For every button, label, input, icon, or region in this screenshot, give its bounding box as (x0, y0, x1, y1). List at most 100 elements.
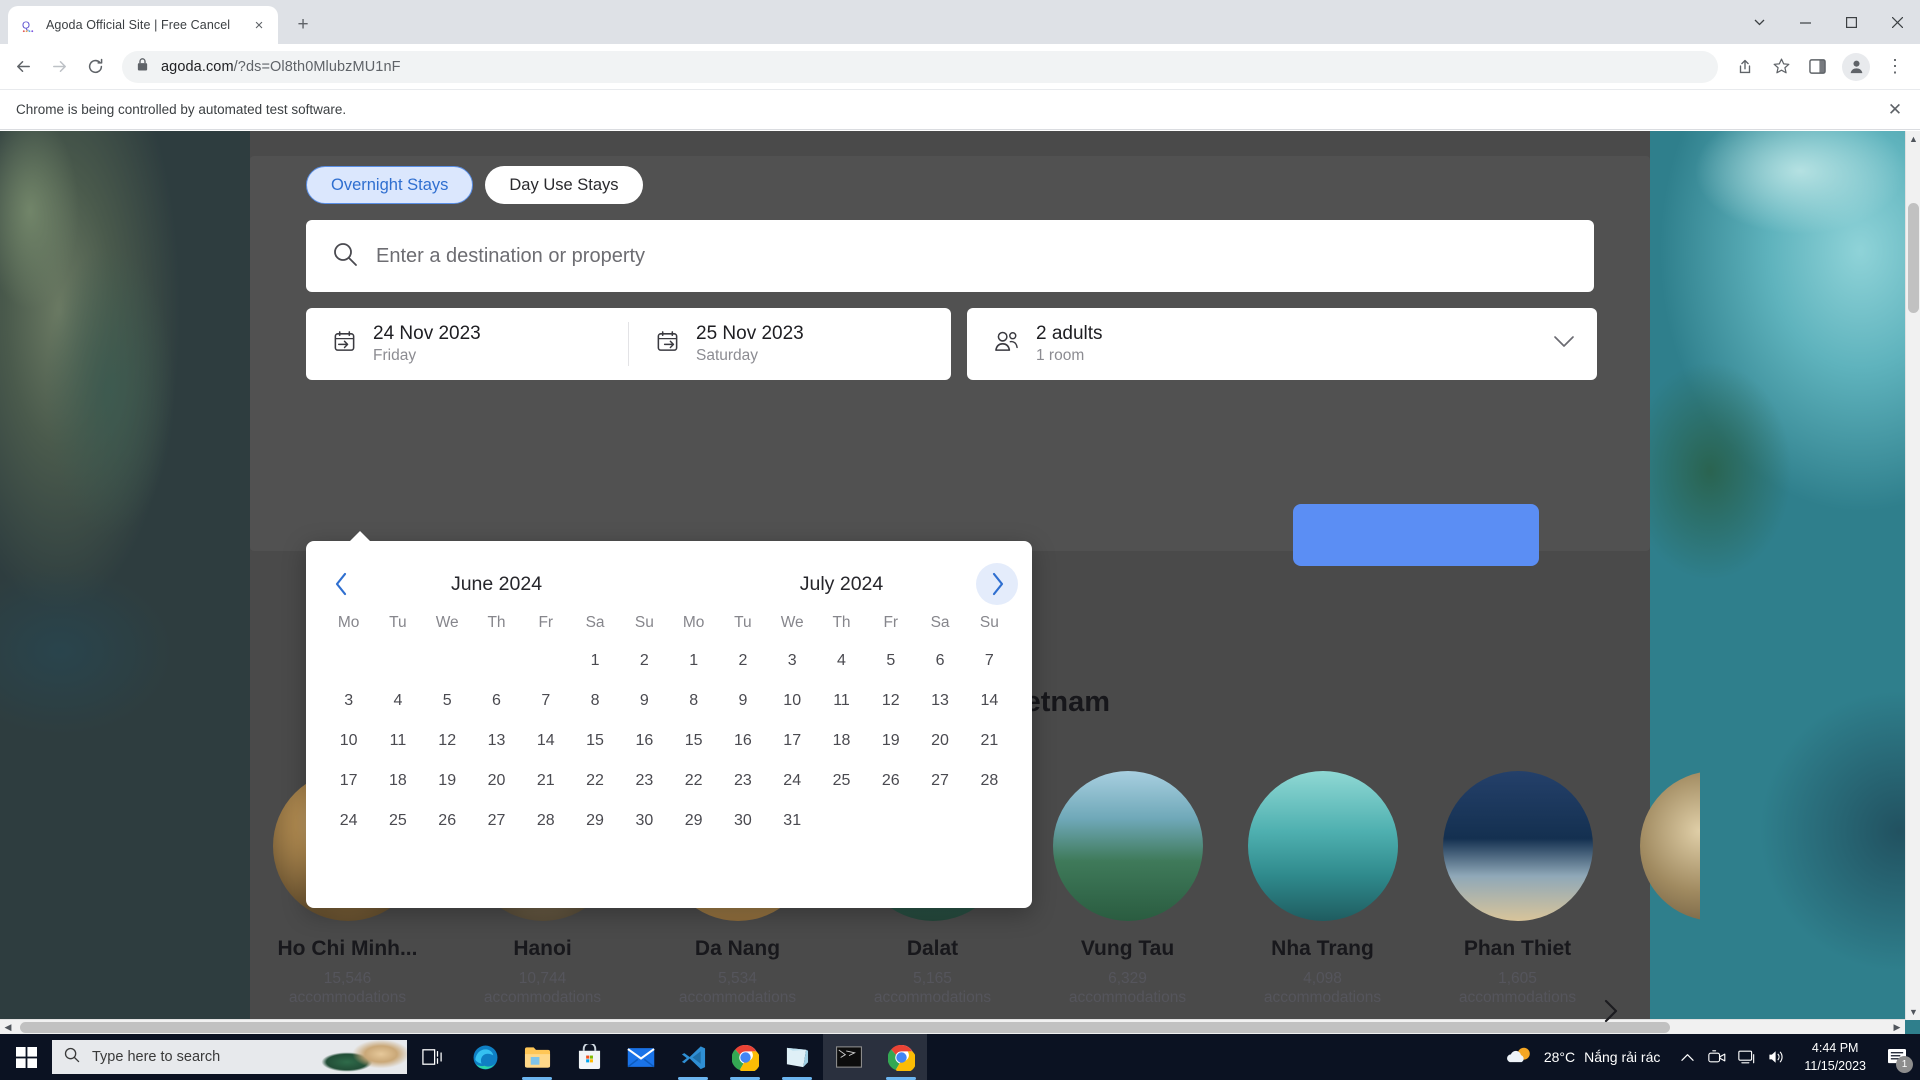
tab-search-dropdown-button[interactable] (1736, 0, 1782, 44)
vertical-scroll-thumb[interactable] (1908, 203, 1919, 313)
calendar-day[interactable]: 28 (521, 801, 570, 841)
calendar-day[interactable]: 12 (866, 681, 915, 721)
minimize-button[interactable] (1782, 0, 1828, 44)
calendar-day[interactable]: 30 (718, 801, 767, 841)
calendar-day[interactable]: 17 (768, 721, 817, 761)
taskbar-app-microsoft-store[interactable] (563, 1034, 615, 1080)
side-panel-icon[interactable] (1800, 50, 1834, 84)
calendar-day[interactable]: 27 (472, 801, 521, 841)
chevron-down-icon[interactable] (1553, 335, 1575, 353)
calendar-day[interactable]: 30 (620, 801, 669, 841)
calendar-day[interactable]: 23 (718, 761, 767, 801)
calendar-day[interactable]: 26 (866, 761, 915, 801)
calendar-prev-month-button[interactable] (320, 563, 362, 605)
destination-input[interactable]: Enter a destination or property (306, 220, 1594, 292)
calendar-day[interactable]: 8 (570, 681, 619, 721)
calendar-day[interactable]: 6 (915, 641, 964, 681)
calendar-day[interactable]: 29 (669, 801, 718, 841)
calendar-day[interactable]: 21 (521, 761, 570, 801)
calendar-day[interactable]: 6 (472, 681, 521, 721)
calendar-day[interactable]: 7 (521, 681, 570, 721)
calendar-day[interactable]: 31 (768, 801, 817, 841)
taskbar-search-input[interactable]: Type here to search (52, 1040, 407, 1074)
calendar-day[interactable]: 9 (718, 681, 767, 721)
address-bar[interactable]: agoda.com/?ds=Ol8th0MlubzMU1nF (122, 50, 1718, 83)
calendar-day[interactable]: 15 (669, 721, 718, 761)
tab-overnight-stays[interactable]: Overnight Stays (306, 166, 474, 204)
share-icon[interactable] (1728, 50, 1762, 84)
calendar-day[interactable]: 17 (324, 761, 373, 801)
tab-day-use-stays[interactable]: Day Use Stays (485, 166, 643, 204)
calendar-day[interactable]: 25 (373, 801, 422, 841)
profile-avatar[interactable] (1842, 52, 1870, 81)
maximize-button[interactable] (1828, 0, 1874, 44)
calendar-next-month-button[interactable] (976, 563, 1018, 605)
scroll-right-arrow[interactable]: ▶ (1889, 1020, 1905, 1035)
taskbar-clock[interactable]: 4:44 PM 11/15/2023 (1792, 1039, 1878, 1075)
task-view-icon[interactable] (407, 1034, 459, 1080)
calendar-day[interactable]: 11 (373, 721, 422, 761)
calendar-day[interactable]: 25 (817, 761, 866, 801)
destination-card-partial[interactable] (1640, 771, 1700, 921)
calendar-day[interactable]: 29 (570, 801, 619, 841)
taskbar-weather-widget[interactable]: 28°C Nắng rải rác (1495, 1034, 1673, 1080)
calendar-day[interactable]: 9 (620, 681, 669, 721)
destinations-next-button[interactable] (1588, 989, 1632, 1033)
taskbar-app-google-chrome-2[interactable] (875, 1034, 927, 1080)
browser-tab[interactable]: Q Agoda Official Site | Free Cancel × (8, 6, 278, 44)
occupancy-field[interactable]: 2 adults 1 room (967, 308, 1597, 380)
calendar-day[interactable]: 14 (965, 681, 1014, 721)
tab-close-icon[interactable]: × (250, 16, 268, 34)
windows-start-icon[interactable] (0, 1034, 52, 1080)
taskbar-app-sticky-notes[interactable] (771, 1034, 823, 1080)
infobar-close-icon[interactable]: ✕ (1884, 99, 1906, 121)
calendar-day[interactable]: 26 (423, 801, 472, 841)
calendar-day[interactable]: 3 (768, 641, 817, 681)
calendar-day[interactable]: 27 (915, 761, 964, 801)
calendar-day[interactable]: 20 (472, 761, 521, 801)
calendar-day[interactable]: 21 (965, 721, 1014, 761)
calendar-day[interactable]: 19 (866, 721, 915, 761)
volume-icon[interactable] (1762, 1034, 1792, 1080)
notification-center-button[interactable]: 1 (1878, 1034, 1916, 1080)
calendar-day[interactable]: 8 (669, 681, 718, 721)
scroll-left-arrow[interactable]: ◀ (0, 1020, 16, 1035)
search-button[interactable] (1293, 504, 1539, 566)
calendar-day[interactable]: 7 (965, 641, 1014, 681)
calendar-day[interactable]: 16 (718, 721, 767, 761)
checkout-field[interactable]: 25 Nov 2023 Saturday (629, 308, 951, 380)
checkin-field[interactable]: 24 Nov 2023 Friday (306, 308, 628, 380)
forward-button[interactable] (42, 50, 76, 84)
taskbar-app-google-chrome[interactable] (719, 1034, 771, 1080)
calendar-day[interactable]: 14 (521, 721, 570, 761)
new-tab-button[interactable]: + (288, 10, 318, 40)
reload-button[interactable] (78, 50, 112, 84)
calendar-day[interactable]: 13 (915, 681, 964, 721)
calendar-day[interactable]: 16 (620, 721, 669, 761)
calendar-day[interactable]: 1 (669, 641, 718, 681)
taskbar-app-terminal[interactable] (823, 1034, 875, 1080)
page-vertical-scrollbar[interactable]: ▲ ▼ (1905, 131, 1920, 1020)
calendar-day[interactable]: 4 (373, 681, 422, 721)
network-icon[interactable] (1732, 1034, 1762, 1080)
calendar-day[interactable]: 1 (570, 641, 619, 681)
show-hidden-icons-chevron[interactable] (1672, 1034, 1702, 1080)
taskbar-app-mail[interactable] (615, 1034, 667, 1080)
calendar-day[interactable]: 22 (570, 761, 619, 801)
calendar-day[interactable]: 10 (768, 681, 817, 721)
calendar-day[interactable]: 18 (817, 721, 866, 761)
taskbar-app-visual-studio-code[interactable] (667, 1034, 719, 1080)
calendar-day[interactable]: 2 (620, 641, 669, 681)
calendar-day[interactable]: 5 (423, 681, 472, 721)
camera-icon[interactable] (1702, 1034, 1732, 1080)
taskbar-app-file-explorer[interactable] (511, 1034, 563, 1080)
calendar-day[interactable]: 11 (817, 681, 866, 721)
calendar-day[interactable]: 2 (718, 641, 767, 681)
calendar-day[interactable]: 24 (324, 801, 373, 841)
close-window-button[interactable] (1874, 0, 1920, 44)
calendar-day[interactable]: 4 (817, 641, 866, 681)
scroll-down-arrow[interactable]: ▼ (1906, 1004, 1920, 1020)
taskbar-app-microsoft-edge[interactable] (459, 1034, 511, 1080)
calendar-day[interactable]: 3 (324, 681, 373, 721)
calendar-day[interactable]: 23 (620, 761, 669, 801)
